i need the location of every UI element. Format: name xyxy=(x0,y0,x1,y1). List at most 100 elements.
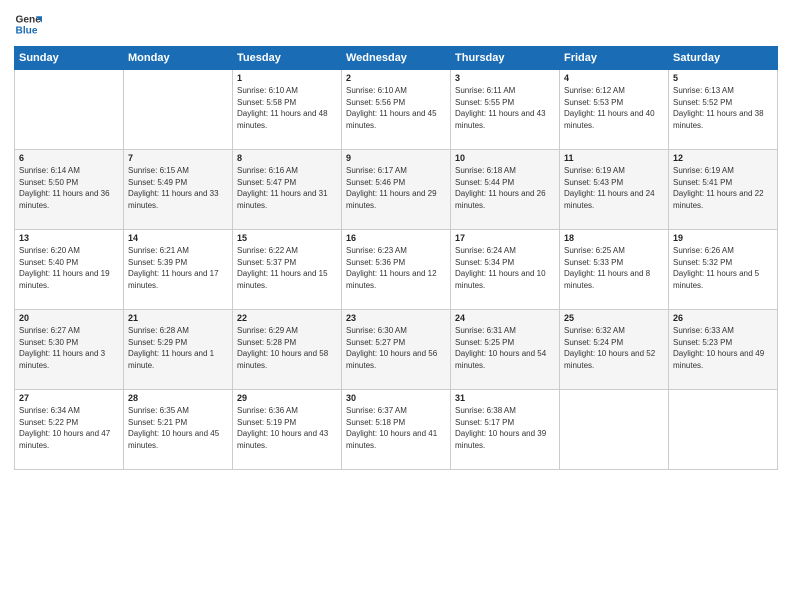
day-number: 13 xyxy=(19,233,119,243)
day-number: 22 xyxy=(237,313,337,323)
day-number: 23 xyxy=(346,313,446,323)
header: General Blue xyxy=(14,10,778,38)
calendar-cell: 29Sunrise: 6:36 AM Sunset: 5:19 PM Dayli… xyxy=(233,390,342,470)
week-row-2: 6Sunrise: 6:14 AM Sunset: 5:50 PM Daylig… xyxy=(15,150,778,230)
day-number: 29 xyxy=(237,393,337,403)
week-row-3: 13 Sunrise: 6:20 AM Sunset: 5:40 PM Dayli… xyxy=(15,230,778,310)
calendar-cell: 18Sunrise: 6:25 AM Sunset: 5:33 PM Dayli… xyxy=(560,230,669,310)
svg-text:Blue: Blue xyxy=(16,25,38,36)
header-row: SundayMondayTuesdayWednesdayThursdayFrid… xyxy=(15,47,778,70)
day-info: Sunrise: 6:32 AM Sunset: 5:24 PM Dayligh… xyxy=(564,325,664,371)
day-number: 15 xyxy=(237,233,337,243)
day-number: 27 xyxy=(19,393,119,403)
calendar-cell xyxy=(560,390,669,470)
day-number: 31 xyxy=(455,393,555,403)
calendar-cell xyxy=(669,390,778,470)
col-header-friday: Friday xyxy=(560,47,669,70)
day-info: Sunrise: 6:10 AM Sunset: 5:56 PM Dayligh… xyxy=(346,85,446,131)
day-number: 19 xyxy=(673,233,773,243)
day-number: 9 xyxy=(346,153,446,163)
day-info: Sunrise: 6:16 AM Sunset: 5:47 PM Dayligh… xyxy=(237,165,337,211)
col-header-monday: Monday xyxy=(124,47,233,70)
day-info: Sunrise: 6:14 AM Sunset: 5:50 PM Dayligh… xyxy=(19,165,119,211)
calendar-cell: 22 Sunrise: 6:29 AM Sunset: 5:28 PM Dayli… xyxy=(233,310,342,390)
calendar-cell: 24 Sunrise: 6:31 AM Sunset: 5:25 PM Dayli… xyxy=(451,310,560,390)
day-number: 30 xyxy=(346,393,446,403)
day-number: 4 xyxy=(564,73,664,83)
calendar-cell: 19Sunrise: 6:26 AM Sunset: 5:32 PM Dayli… xyxy=(669,230,778,310)
day-info: Sunrise: 6:29 AM Sunset: 5:28 PM Dayligh… xyxy=(237,325,337,371)
calendar-cell: 23Sunrise: 6:30 AM Sunset: 5:27 PM Dayli… xyxy=(342,310,451,390)
day-number: 14 xyxy=(128,233,228,243)
day-info: Sunrise: 6:11 AM Sunset: 5:55 PM Dayligh… xyxy=(455,85,555,131)
svg-text:General: General xyxy=(16,14,42,25)
day-number: 7 xyxy=(128,153,228,163)
day-info: Sunrise: 6:31 AM Sunset: 5:25 PM Dayligh… xyxy=(455,325,555,371)
day-number: 25 xyxy=(564,313,664,323)
day-info: Sunrise: 6:27 AM Sunset: 5:30 PM Dayligh… xyxy=(19,325,119,371)
page: General Blue SundayMondayTuesdayWednesda… xyxy=(0,0,792,612)
day-number: 12 xyxy=(673,153,773,163)
calendar-cell: 14Sunrise: 6:21 AM Sunset: 5:39 PM Dayli… xyxy=(124,230,233,310)
col-header-wednesday: Wednesday xyxy=(342,47,451,70)
day-number: 28 xyxy=(128,393,228,403)
calendar-cell: 11 Sunrise: 6:19 AM Sunset: 5:43 PM Dayli… xyxy=(560,150,669,230)
day-info: Sunrise: 6:33 AM Sunset: 5:23 PM Dayligh… xyxy=(673,325,773,371)
day-number: 21 xyxy=(128,313,228,323)
calendar-cell: 1Sunrise: 6:10 AM Sunset: 5:58 PM Daylig… xyxy=(233,70,342,150)
day-info: Sunrise: 6:19 AM Sunset: 5:43 PM Dayligh… xyxy=(564,165,664,211)
calendar-table: SundayMondayTuesdayWednesdayThursdayFrid… xyxy=(14,46,778,470)
day-info: Sunrise: 6:22 AM Sunset: 5:37 PM Dayligh… xyxy=(237,245,337,291)
day-number: 11 xyxy=(564,153,664,163)
calendar-cell: 2 Sunrise: 6:10 AM Sunset: 5:56 PM Daylig… xyxy=(342,70,451,150)
day-number: 8 xyxy=(237,153,337,163)
day-number: 10 xyxy=(455,153,555,163)
calendar-cell: 17 Sunrise: 6:24 AM Sunset: 5:34 PM Dayli… xyxy=(451,230,560,310)
day-info: Sunrise: 6:24 AM Sunset: 5:34 PM Dayligh… xyxy=(455,245,555,291)
day-number: 26 xyxy=(673,313,773,323)
logo: General Blue xyxy=(14,10,48,38)
day-number: 1 xyxy=(237,73,337,83)
day-number: 18 xyxy=(564,233,664,243)
day-info: Sunrise: 6:28 AM Sunset: 5:29 PM Dayligh… xyxy=(128,325,228,371)
col-header-thursday: Thursday xyxy=(451,47,560,70)
col-header-tuesday: Tuesday xyxy=(233,47,342,70)
calendar-cell: 31 Sunrise: 6:38 AM Sunset: 5:17 PM Dayli… xyxy=(451,390,560,470)
week-row-4: 20 Sunrise: 6:27 AM Sunset: 5:30 PM Dayli… xyxy=(15,310,778,390)
calendar-cell: 6Sunrise: 6:14 AM Sunset: 5:50 PM Daylig… xyxy=(15,150,124,230)
calendar-cell: 7Sunrise: 6:15 AM Sunset: 5:49 PM Daylig… xyxy=(124,150,233,230)
week-row-5: 27 Sunrise: 6:34 AM Sunset: 5:22 PM Dayli… xyxy=(15,390,778,470)
day-number: 17 xyxy=(455,233,555,243)
day-info: Sunrise: 6:35 AM Sunset: 5:21 PM Dayligh… xyxy=(128,405,228,451)
logo-icon: General Blue xyxy=(14,10,42,38)
calendar-cell: 20 Sunrise: 6:27 AM Sunset: 5:30 PM Dayli… xyxy=(15,310,124,390)
day-number: 20 xyxy=(19,313,119,323)
calendar-cell: 27 Sunrise: 6:34 AM Sunset: 5:22 PM Dayli… xyxy=(15,390,124,470)
day-info: Sunrise: 6:12 AM Sunset: 5:53 PM Dayligh… xyxy=(564,85,664,131)
calendar-cell: 25 Sunrise: 6:32 AM Sunset: 5:24 PM Dayli… xyxy=(560,310,669,390)
calendar-cell: 30 Sunrise: 6:37 AM Sunset: 5:18 PM Dayli… xyxy=(342,390,451,470)
day-number: 2 xyxy=(346,73,446,83)
day-info: Sunrise: 6:37 AM Sunset: 5:18 PM Dayligh… xyxy=(346,405,446,451)
calendar-cell: 10 Sunrise: 6:18 AM Sunset: 5:44 PM Dayli… xyxy=(451,150,560,230)
calendar-cell: 3Sunrise: 6:11 AM Sunset: 5:55 PM Daylig… xyxy=(451,70,560,150)
day-info: Sunrise: 6:18 AM Sunset: 5:44 PM Dayligh… xyxy=(455,165,555,211)
calendar-cell: 13 Sunrise: 6:20 AM Sunset: 5:40 PM Dayli… xyxy=(15,230,124,310)
day-number: 16 xyxy=(346,233,446,243)
day-info: Sunrise: 6:34 AM Sunset: 5:22 PM Dayligh… xyxy=(19,405,119,451)
col-header-sunday: Sunday xyxy=(15,47,124,70)
calendar-cell: 16 Sunrise: 6:23 AM Sunset: 5:36 PM Dayli… xyxy=(342,230,451,310)
calendar-cell: 4 Sunrise: 6:12 AM Sunset: 5:53 PM Daylig… xyxy=(560,70,669,150)
day-number: 24 xyxy=(455,313,555,323)
day-info: Sunrise: 6:17 AM Sunset: 5:46 PM Dayligh… xyxy=(346,165,446,211)
day-info: Sunrise: 6:19 AM Sunset: 5:41 PM Dayligh… xyxy=(673,165,773,211)
calendar-cell: 26 Sunrise: 6:33 AM Sunset: 5:23 PM Dayli… xyxy=(669,310,778,390)
calendar-cell xyxy=(15,70,124,150)
day-info: Sunrise: 6:23 AM Sunset: 5:36 PM Dayligh… xyxy=(346,245,446,291)
calendar-cell: 15 Sunrise: 6:22 AM Sunset: 5:37 PM Dayli… xyxy=(233,230,342,310)
calendar-cell xyxy=(124,70,233,150)
day-info: Sunrise: 6:13 AM Sunset: 5:52 PM Dayligh… xyxy=(673,85,773,131)
day-info: Sunrise: 6:38 AM Sunset: 5:17 PM Dayligh… xyxy=(455,405,555,451)
day-info: Sunrise: 6:20 AM Sunset: 5:40 PM Dayligh… xyxy=(19,245,119,291)
calendar-cell: 8 Sunrise: 6:16 AM Sunset: 5:47 PM Daylig… xyxy=(233,150,342,230)
